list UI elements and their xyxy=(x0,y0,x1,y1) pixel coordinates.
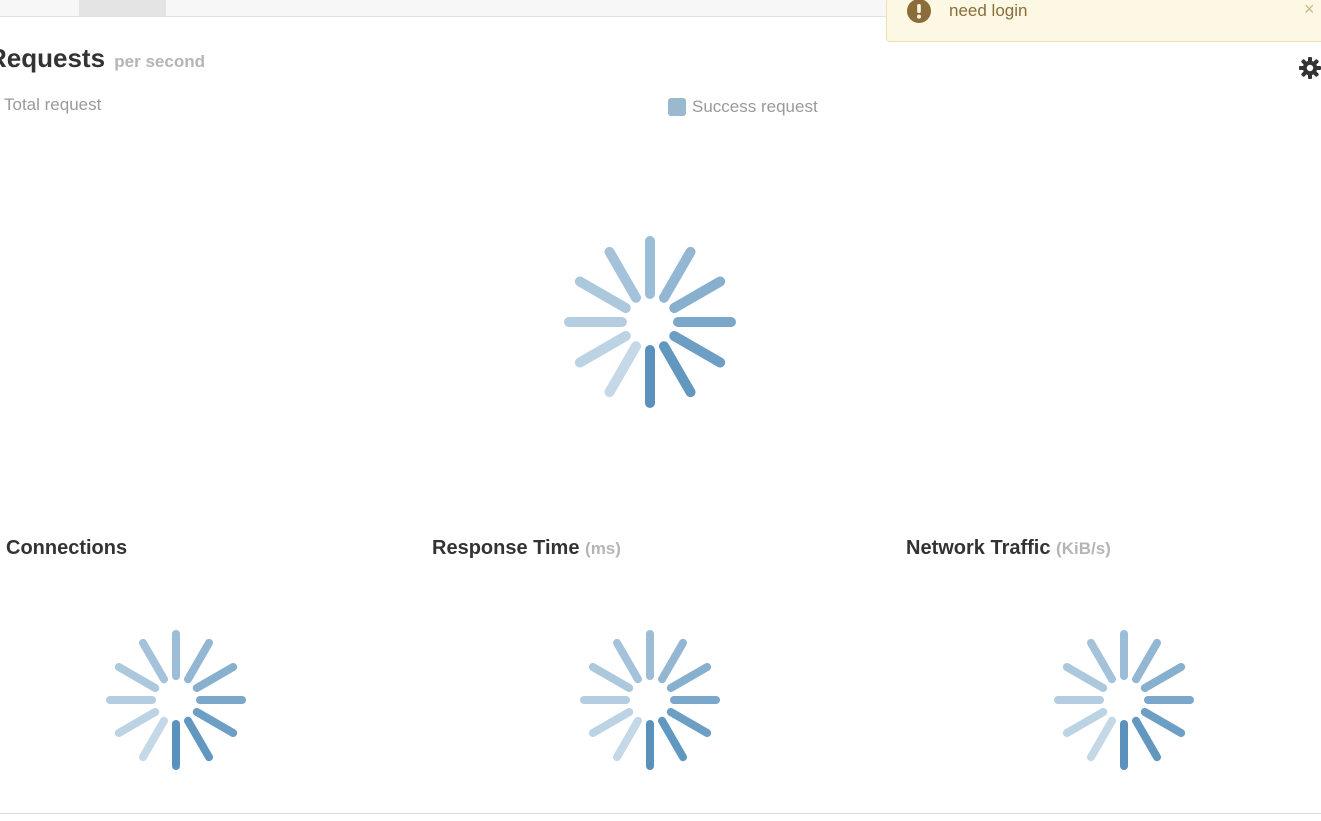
spinner-spoke xyxy=(588,663,634,692)
legend-total-request: Total request xyxy=(4,95,102,114)
spinner-spoke xyxy=(666,708,712,737)
login-warning-toast: need login × xyxy=(886,0,1321,42)
network-traffic-title: Network Traffic (KiB/s) xyxy=(906,536,1111,561)
spinner-spoke xyxy=(613,638,642,684)
spinner-spoke xyxy=(139,638,168,684)
spinner-spoke xyxy=(1132,638,1161,684)
spinner-spoke xyxy=(604,341,641,398)
spinner-spoke xyxy=(669,331,726,368)
response-time-loading-spinner-icon xyxy=(580,630,720,770)
gear-icon[interactable] xyxy=(1298,56,1321,80)
spinner-spoke xyxy=(114,708,160,737)
spinner-spoke xyxy=(658,638,687,684)
legend-success-label: Success request xyxy=(692,97,818,116)
spinner-spoke xyxy=(1062,663,1108,692)
requests-loading-spinner-icon xyxy=(564,236,736,408)
toast-message: need login xyxy=(949,1,1028,20)
requests-title-unit: per second xyxy=(114,52,205,71)
spinner-spoke xyxy=(604,246,641,303)
spinner-spoke xyxy=(574,276,631,313)
spinner-spoke xyxy=(1140,663,1186,692)
spinner-spoke xyxy=(1132,716,1161,762)
legend-success-request[interactable]: Success request xyxy=(668,96,818,118)
spinner-spoke xyxy=(1062,708,1108,737)
spinner-spoke xyxy=(613,716,642,762)
connections-title: Connections xyxy=(6,536,127,560)
requests-chart-title: Requests per second xyxy=(0,40,205,80)
spinner-spoke xyxy=(659,246,696,303)
connections-loading-spinner-icon xyxy=(106,630,246,770)
spinner-spoke xyxy=(192,708,238,737)
response-time-unit: (ms) xyxy=(585,539,621,558)
spinner-spoke xyxy=(114,663,160,692)
spinner-spoke xyxy=(666,663,712,692)
spinner-spoke xyxy=(659,341,696,398)
spinner-spoke xyxy=(184,638,213,684)
spinner-spoke xyxy=(574,331,631,368)
spinner-spoke xyxy=(669,276,726,313)
spinner-spoke xyxy=(139,716,168,762)
spinner-spoke xyxy=(1087,716,1116,762)
spinner-spoke xyxy=(1140,708,1186,737)
toast-close-button[interactable]: × xyxy=(1304,0,1315,19)
spinner-spoke xyxy=(192,663,238,692)
spinner-spoke xyxy=(658,716,687,762)
spinner-spoke xyxy=(184,716,213,762)
legend-success-swatch xyxy=(668,98,686,116)
bottom-divider xyxy=(0,813,1321,814)
network-traffic-title-text: Network Traffic xyxy=(906,537,1051,559)
exclamation-circle-icon xyxy=(907,0,931,23)
connections-title-text: Connections xyxy=(6,537,128,559)
response-time-title: Response Time (ms) xyxy=(432,536,621,561)
requests-title-text: Requests xyxy=(0,43,106,73)
spinner-spoke xyxy=(588,708,634,737)
response-time-title-text: Response Time xyxy=(432,537,580,559)
spinner-spoke xyxy=(1087,638,1116,684)
network-traffic-unit: (KiB/s) xyxy=(1056,539,1111,558)
nav-tab-active[interactable] xyxy=(79,0,166,16)
network-traffic-loading-spinner-icon xyxy=(1054,630,1194,770)
